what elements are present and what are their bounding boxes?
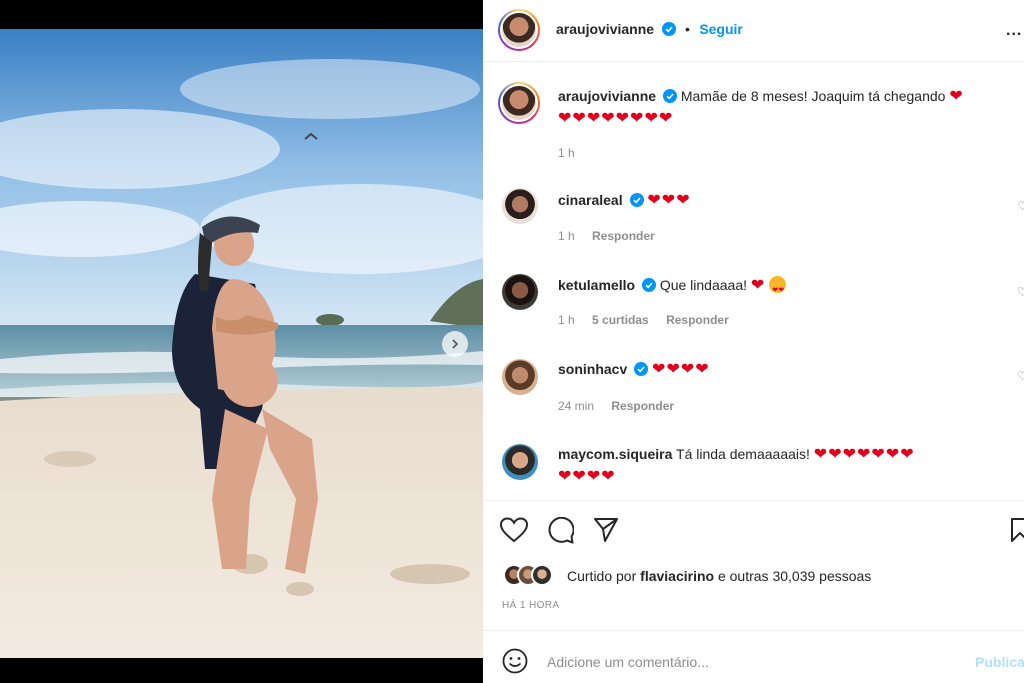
comment-time: 1 h (558, 313, 575, 327)
verified-badge-icon (662, 89, 677, 103)
reply-button[interactable]: Responder (666, 313, 729, 327)
publish-button[interactable]: Publica (975, 654, 1024, 670)
comment-username[interactable]: maycom.siqueira (558, 446, 672, 462)
comment-likes-count[interactable]: 5 curtidas (592, 313, 649, 327)
heart-eyes-emoji: ❤ ❤ (769, 276, 787, 294)
liked-by-user[interactable]: flaviacirino (640, 568, 714, 584)
post-panel: araujovivianne • Seguir ... araujovivian… (483, 0, 1024, 683)
author-username[interactable]: araujovivianne (556, 21, 654, 37)
caption-time: 1 h (558, 146, 575, 160)
comment-body: soninhacv ❤❤❤❤ (558, 358, 710, 381)
verified-badge-icon (641, 278, 656, 292)
like-comment-icon[interactable]: ♡ (1017, 285, 1024, 299)
comment-time: 1 h (558, 229, 575, 243)
comment-input[interactable]: Adicione um comentário... (547, 654, 709, 670)
follow-button[interactable]: Seguir (699, 21, 743, 37)
comment-body: ketulamello Que lindaaaa! ❤ ❤ ❤ (558, 274, 787, 297)
liked-by-text: Curtido por flaviacirino e outras 30,039… (567, 568, 871, 584)
post-media (0, 0, 483, 683)
liked-by-avatars[interactable] (503, 564, 563, 588)
comment-meta: 1 h Responder (558, 229, 655, 243)
comment-hearts-line2: ❤❤❤❤ (558, 468, 616, 485)
comment-avatar[interactable] (502, 188, 538, 224)
liked-by-prefix: Curtido por (567, 568, 637, 584)
emoji-icon[interactable] (502, 648, 528, 674)
comment-avatar[interactable] (502, 359, 538, 395)
comment-body: maycom.siqueira Tá linda demaaaaais! ❤❤❤… (558, 443, 1018, 488)
liked-by-suffix[interactable]: e outras 30,039 pessoas (718, 568, 871, 584)
comment-icon[interactable] (547, 517, 574, 544)
comment-hearts: ❤❤❤❤❤❤❤ (813, 446, 915, 463)
like-comment-icon[interactable]: ♡ (1017, 369, 1024, 383)
actions-divider (483, 500, 1024, 501)
comment-meta: 24 min Responder (558, 399, 674, 413)
caption-text: Mamãe de 8 meses! Joaquim tá chegando (680, 88, 946, 104)
more-options-button[interactable]: ... (1006, 22, 1022, 40)
comment-username[interactable]: ketulamello (558, 277, 635, 293)
verified-badge-icon (661, 22, 676, 36)
comment-time: 24 min (558, 399, 595, 413)
verified-badge-icon (634, 362, 649, 376)
next-media-button[interactable] (442, 331, 468, 357)
comment-hearts: ❤❤❤❤ (652, 361, 710, 378)
chevron-right-icon (452, 339, 459, 349)
post-header: araujovivianne • Seguir ... (483, 0, 1024, 62)
comment-hearts: ❤ (750, 277, 766, 294)
comment-meta: 1 h 5 curtidas Responder (558, 313, 729, 327)
caption-hearts: ❤❤❤❤❤❤❤❤ (558, 110, 674, 127)
comment-username[interactable]: cinaraleal (558, 192, 623, 208)
reply-button[interactable]: Responder (611, 399, 674, 413)
verified-badge-icon (629, 193, 644, 207)
comment-text: Tá linda demaaaaais! (676, 446, 810, 462)
comment-avatar[interactable] (502, 444, 538, 480)
post-timestamp[interactable]: HÁ 1 HORA (502, 600, 560, 611)
like-comment-icon[interactable]: ♡ (1017, 199, 1024, 213)
caption-heart-emoji: ❤ (949, 88, 964, 105)
comment-body: cinaraleal ❤❤❤ (558, 189, 691, 212)
reply-button[interactable]: Responder (592, 229, 655, 243)
bookmark-icon[interactable] (1010, 517, 1024, 543)
composer-divider (483, 630, 1024, 631)
post-photo (0, 29, 483, 658)
caption: araujovivianne Mamãe de 8 meses! Joaquim… (558, 85, 1008, 130)
caption-username[interactable]: araujovivianne (558, 88, 656, 104)
heart-icon[interactable] (500, 517, 528, 543)
beach-photo (0, 29, 483, 658)
comment-avatar[interactable] (502, 274, 538, 310)
author-avatar[interactable] (498, 9, 540, 51)
comment-text: Que lindaaaa! (659, 277, 747, 293)
caption-avatar[interactable] (498, 82, 540, 124)
separator-dot: • (684, 21, 690, 37)
comment-hearts: ❤❤❤ (647, 192, 691, 209)
share-icon[interactable] (593, 517, 619, 543)
comment-username[interactable]: soninhacv (558, 361, 627, 377)
